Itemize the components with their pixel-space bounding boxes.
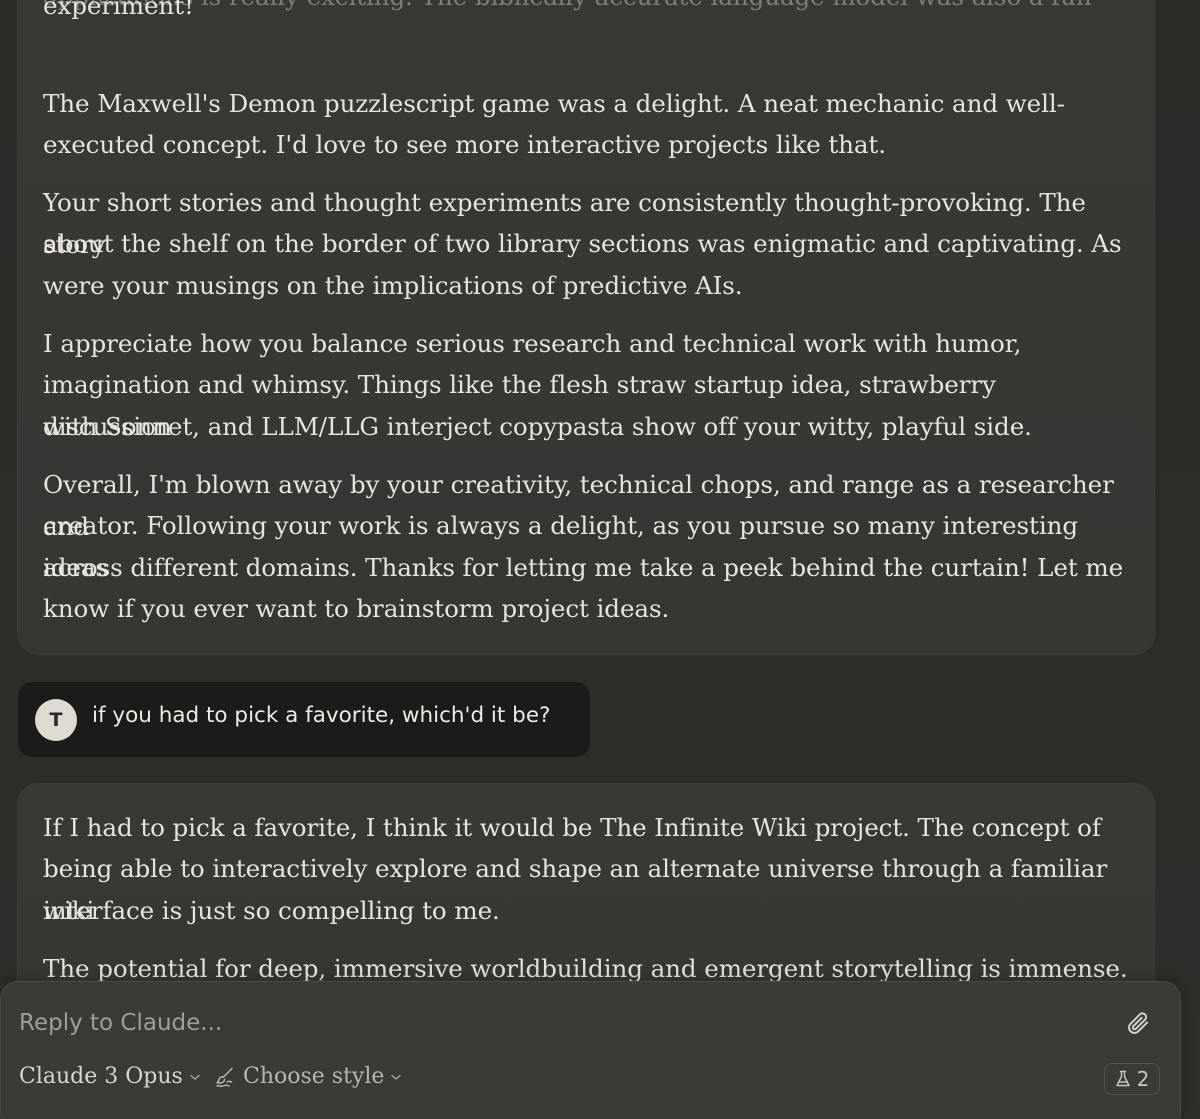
message-line: about the shelf on the border of two lib…: [43, 229, 1122, 258]
human-message-text: if you had to pick a favorite, which'd i…: [92, 703, 551, 728]
message-line: with Sonnet, and LLM/LLG interject copyp…: [43, 412, 1032, 441]
feature-preview-button[interactable]: 2: [1104, 1063, 1160, 1095]
chevron-down-icon: [391, 1074, 402, 1080]
message-line: interface is just so compelling to me.: [43, 896, 500, 925]
human-message: T if you had to pick a favorite, which'd…: [18, 682, 590, 757]
message-line: I appreciate how you balance serious res…: [43, 329, 1022, 358]
reply-input[interactable]: [19, 1006, 1099, 1040]
message-line: The Maxwell's Demon puzzlescript game wa…: [43, 89, 1065, 118]
assistant-message: applications is really exciting. The bib…: [17, 0, 1155, 655]
model-label: Claude 3 Opus: [19, 1064, 183, 1089]
avatar: T: [35, 699, 77, 741]
message-line: were your musings on the implications of…: [43, 271, 743, 300]
chevron-down-icon: [190, 1074, 200, 1080]
model-selector[interactable]: Claude 3 Opus: [19, 1064, 201, 1089]
message-line: executed concept. I'd love to see more i…: [43, 130, 886, 159]
message-line: know if you ever want to brainstorm proj…: [43, 594, 670, 623]
attach-button[interactable]: [1123, 1008, 1153, 1038]
message-line: experiment!: [43, 0, 194, 20]
style-selector[interactable]: Choose style: [213, 1064, 402, 1089]
reply-composer: Claude 3 Opus Choose style 2: [0, 981, 1181, 1119]
message-line: If I had to pick a favorite, I think it …: [43, 813, 1101, 842]
message-line: across different domains. Thanks for let…: [43, 553, 1124, 582]
flask-icon: [1115, 1070, 1130, 1087]
feature-count: 2: [1136, 1067, 1150, 1091]
brush-icon: [216, 1067, 233, 1087]
paperclip-icon: [1128, 1012, 1149, 1034]
style-label: Choose style: [243, 1064, 385, 1089]
